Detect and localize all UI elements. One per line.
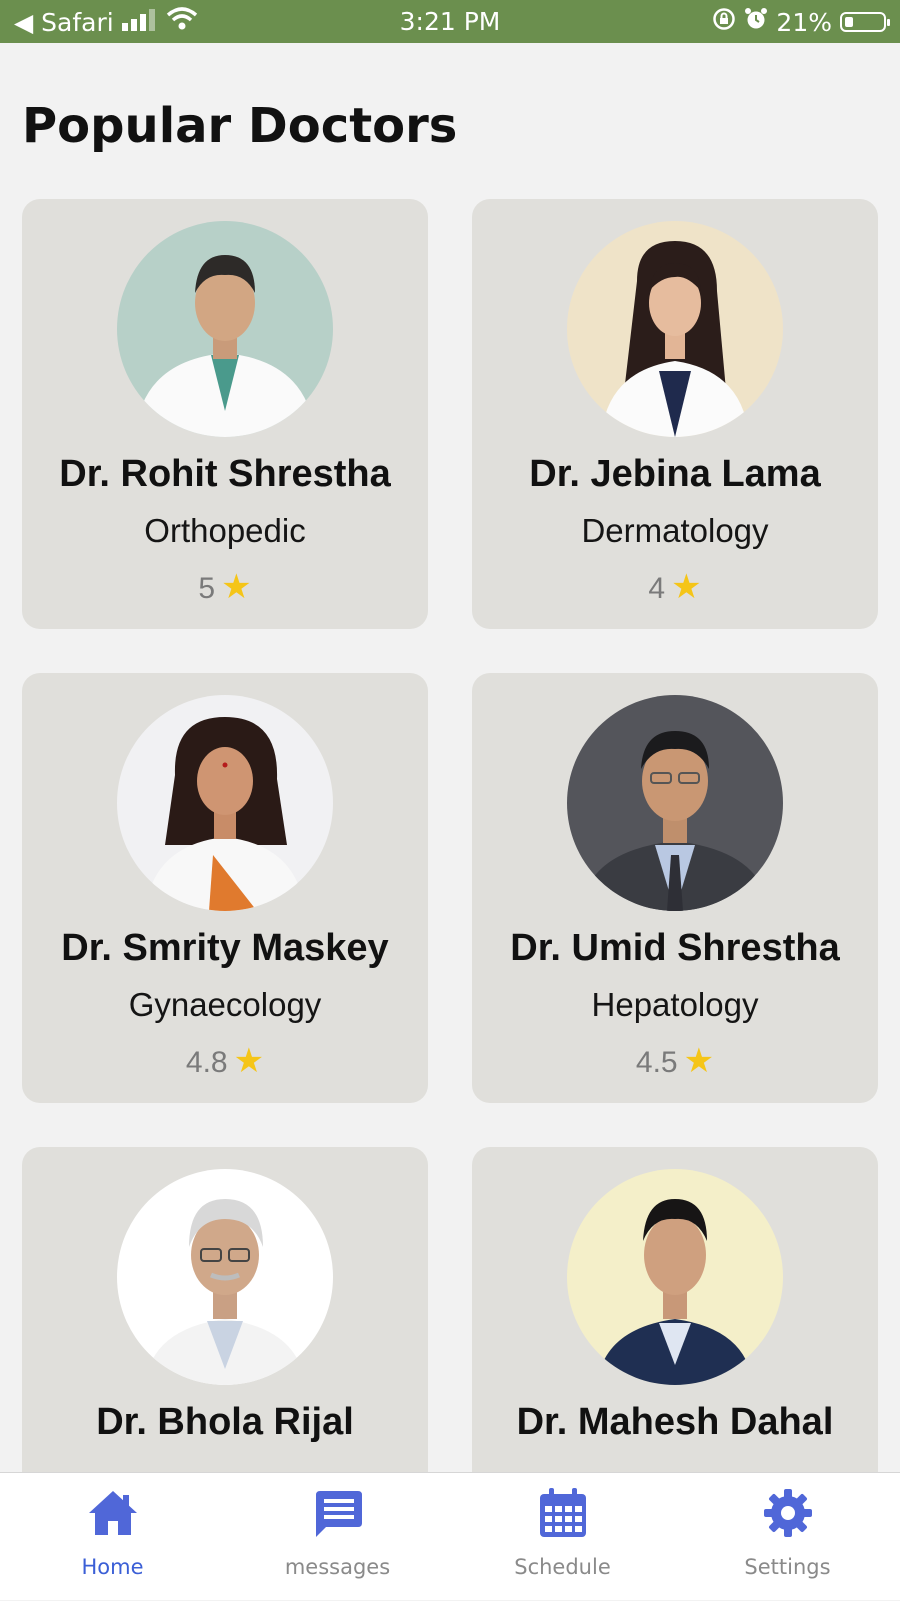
tab-messages-label: messages	[284, 1555, 391, 1579]
gear-icon	[764, 1489, 812, 1537]
tab-home[interactable]: Home	[0, 1473, 225, 1601]
doctor-rating: 4.8 ★	[22, 1041, 428, 1081]
tab-messages[interactable]: messages	[225, 1473, 450, 1601]
tab-settings[interactable]: Settings	[675, 1473, 900, 1601]
tab-settings-label: Settings	[744, 1555, 831, 1579]
doctor-avatar	[117, 1169, 333, 1385]
star-icon: ★	[221, 568, 252, 606]
rating-value: 4.8	[185, 1046, 228, 1079]
doctor-specialty: Hepatology	[591, 986, 759, 1023]
messages-icon	[316, 1491, 362, 1537]
doctor-rating: 4.5 ★	[472, 1041, 878, 1081]
doctor-avatar	[567, 221, 783, 437]
doctor-name: Dr. Umid Shrestha	[510, 927, 840, 969]
doctor-card[interactable]: Dr. Umid Shrestha Hepatology 4.5 ★	[472, 673, 878, 1103]
doctor-name: Dr. Rohit Shrestha	[59, 453, 391, 495]
star-icon: ★	[671, 568, 702, 606]
doctor-card[interactable]: Dr. Rohit Shrestha Orthopedic 5 ★	[22, 199, 428, 629]
page-title: Popular Doctors	[22, 98, 458, 154]
doctors-grid[interactable]: Popular Doctors Dr. Rohit Shrestha Ortho…	[0, 0, 900, 1472]
home-icon	[89, 1491, 137, 1535]
doctor-avatar	[567, 1169, 783, 1385]
doctor-specialty: Orthopedic	[144, 512, 306, 549]
doctor-name: Dr. Mahesh Dahal	[516, 1401, 834, 1443]
rating-value: 5	[198, 572, 216, 605]
doctor-avatar	[117, 221, 333, 437]
star-icon: ★	[683, 1042, 715, 1080]
doctor-avatar	[117, 695, 333, 911]
doctor-specialty: Dermatology	[581, 512, 769, 549]
doctor-name: Dr. Bhola Rijal	[96, 1401, 354, 1443]
tab-schedule[interactable]: Schedule	[450, 1473, 675, 1601]
doctor-card[interactable]: Dr. Bhola Rijal	[22, 1147, 428, 1472]
star-icon: ★	[233, 1042, 265, 1080]
rating-value: 4	[648, 572, 666, 605]
doctor-name: Dr. Jebina Lama	[529, 453, 821, 495]
doctor-card[interactable]: Dr. Jebina Lama Dermatology 4 ★	[472, 199, 878, 629]
doctor-rating: 5 ★	[22, 567, 428, 607]
calendar-icon	[540, 1488, 586, 1537]
tab-schedule-label: Schedule	[514, 1555, 611, 1579]
doctor-rating: 4 ★	[472, 567, 878, 607]
doctor-name: Dr. Smrity Maskey	[61, 927, 389, 969]
doctor-specialty: Gynaecology	[128, 986, 322, 1023]
doctor-card[interactable]: Dr. Smrity Maskey Gynaecology 4.8 ★	[22, 673, 428, 1103]
bottom-tab-bar: Home messages Schedule Settings	[0, 1472, 900, 1600]
rating-value: 4.5	[635, 1046, 678, 1079]
doctor-card[interactable]: Dr. Mahesh Dahal	[472, 1147, 878, 1472]
tab-home-label: Home	[81, 1555, 144, 1579]
doctor-avatar	[567, 695, 783, 911]
